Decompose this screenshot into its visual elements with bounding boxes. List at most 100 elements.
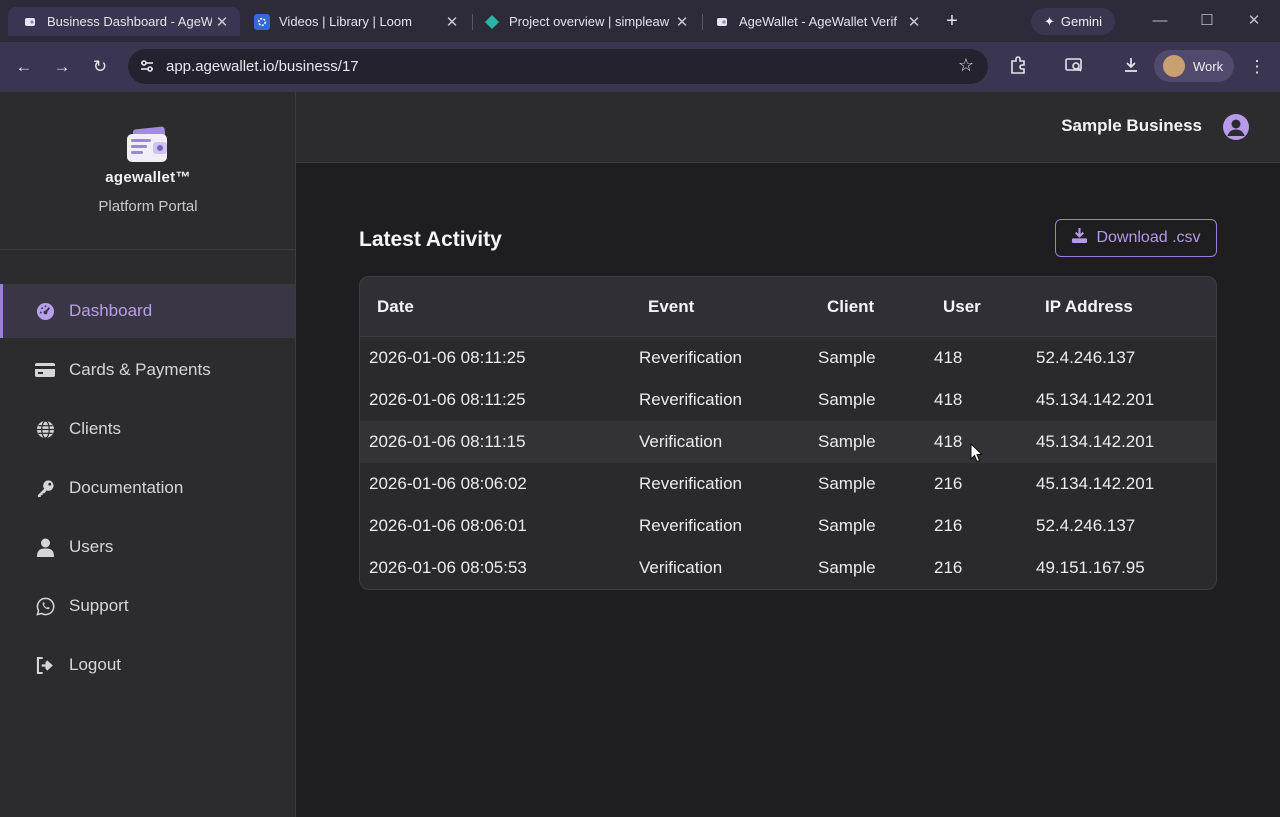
cell-date: 2026-01-06 08:06:02 (369, 474, 527, 493)
cell-date: 2026-01-06 08:05:53 (369, 558, 527, 577)
cell-user: 418 (934, 390, 963, 409)
table-row[interactable]: 2026-01-06 08:06:01 Reverification Sampl… (360, 505, 1216, 547)
business-name: Sample Business (1061, 116, 1202, 135)
tab-close-icon[interactable]: ✕ (442, 13, 462, 31)
diamond-favicon (484, 14, 500, 30)
cell-ip: 45.134.142.201 (1036, 432, 1155, 451)
table-row[interactable]: 2026-01-06 08:06:02 Reverification Sampl… (360, 463, 1216, 505)
column-header-event: Event (648, 297, 695, 316)
minimize-icon[interactable]: — (1148, 9, 1172, 33)
download-csv-button[interactable]: Download .csv (1055, 219, 1217, 257)
browser-tab-agewallet-verif[interactable]: AgeWallet - AgeWallet Verif ✕ (700, 7, 932, 36)
sidebar: agewallet™ Platform Portal Dashboard Car… (0, 92, 296, 817)
cell-user: 216 (934, 516, 963, 535)
cell-client: Sample (818, 474, 876, 493)
browser-tab-loom[interactable]: Videos | Library | Loom ✕ (240, 7, 470, 36)
cell-ip: 52.4.246.137 (1036, 348, 1136, 367)
download-tray-icon (1071, 227, 1088, 249)
globe-icon (35, 419, 55, 439)
cell-date: 2026-01-06 08:11:25 (369, 390, 526, 409)
sidebar-item-dashboard[interactable]: Dashboard (0, 284, 295, 338)
brand-block: agewallet™ Platform Portal (0, 92, 296, 250)
cell-event: Verification (639, 432, 723, 451)
app-header: Sample Business (296, 92, 1280, 163)
cell-client: Sample (818, 516, 876, 535)
sidebar-item-support[interactable]: Support (0, 579, 295, 633)
cell-ip: 45.134.142.201 (1036, 390, 1155, 409)
sidebar-item-label: Dashboard (69, 301, 153, 320)
agewallet-favicon (22, 14, 38, 30)
cell-event: Reverification (639, 390, 742, 409)
download-icon[interactable] (1119, 55, 1143, 79)
cell-date: 2026-01-06 08:11:25 (369, 348, 526, 367)
table-row[interactable]: 2026-01-06 08:11:25 Reverification Sampl… (360, 379, 1216, 421)
cell-client: Sample (818, 558, 876, 577)
gemini-label: Gemini (1060, 14, 1103, 29)
latest-activity-title: Latest Activity (359, 228, 502, 251)
profile-label: Work (1193, 58, 1224, 74)
browser-tab-bar: Business Dashboard - AgeW ✕ Videos | Lib… (0, 0, 1280, 42)
chrome-menu-icon[interactable]: ⋮ (1245, 55, 1269, 79)
key-icon (35, 478, 55, 498)
platform-portal-label: Platform Portal (98, 198, 198, 215)
tab-close-icon[interactable]: ✕ (904, 13, 924, 31)
sidebar-item-logout[interactable]: Logout (0, 638, 295, 692)
cell-date: 2026-01-06 08:06:01 (369, 516, 527, 535)
brand-wordmark: agewallet™ (105, 169, 191, 186)
column-header-client: Client (827, 297, 875, 316)
bookmark-star-icon[interactable]: ☆ (958, 55, 974, 76)
maximize-icon[interactable]: ☐ (1195, 9, 1219, 33)
sidebar-item-users[interactable]: Users (0, 520, 295, 574)
cell-event: Reverification (639, 516, 742, 535)
cell-user: 216 (934, 558, 963, 577)
sidebar-item-label: Clients (69, 419, 121, 438)
address-bar[interactable]: app.agewallet.io/business/17 ☆ (128, 49, 988, 84)
sidebar-item-clients[interactable]: Clients (0, 402, 295, 456)
tab-title: Project overview | simpleaw (509, 14, 670, 29)
tab-close-icon[interactable]: ✕ (212, 13, 232, 31)
sidebar-item-label: Support (69, 596, 129, 615)
table-header: Date Event Client User IP Address (360, 277, 1216, 337)
sidebar-item-cards-payments[interactable]: Cards & Payments (0, 343, 295, 397)
cell-ip: 52.4.246.137 (1036, 516, 1136, 535)
cell-event: Reverification (639, 474, 742, 493)
tab-close-icon[interactable]: ✕ (672, 13, 692, 31)
site-settings-icon[interactable] (136, 55, 158, 77)
loom-favicon (254, 13, 270, 30)
tab-title: Business Dashboard - AgeW (47, 14, 212, 29)
new-tab-plus-icon[interactable]: + (941, 9, 963, 33)
cell-client: Sample (818, 348, 876, 367)
tab-title: AgeWallet - AgeWallet Verif (739, 14, 897, 29)
cast-search-icon[interactable] (1062, 55, 1086, 79)
back-arrow-icon[interactable]: ← (12, 55, 36, 79)
browser-tab-project-overview[interactable]: Project overview | simpleaw ✕ (470, 7, 700, 36)
forward-arrow-icon[interactable]: → (50, 55, 74, 79)
account-avatar-icon[interactable] (1223, 114, 1249, 140)
profile-avatar (1163, 55, 1185, 77)
tab-title: Videos | Library | Loom (279, 14, 412, 29)
cell-user: 216 (934, 474, 963, 493)
column-header-user: User (943, 297, 981, 316)
sidebar-item-label: Logout (69, 655, 121, 674)
mouse-pointer-icon (970, 442, 984, 463)
agewallet-favicon (714, 14, 730, 30)
table-row[interactable]: 2026-01-06 08:05:53 Verification Sample … (360, 547, 1216, 589)
window-close-icon[interactable]: ✕ (1242, 9, 1266, 33)
cell-user: 418 (934, 348, 963, 367)
browser-tab-business-dashboard[interactable]: Business Dashboard - AgeW ✕ (8, 7, 240, 36)
column-header-date: Date (377, 297, 414, 316)
cell-ip: 49.151.167.95 (1036, 558, 1145, 577)
whatsapp-icon (35, 596, 55, 616)
sidebar-item-label: Users (69, 537, 114, 556)
table-row[interactable]: 2026-01-06 08:11:25 Reverification Sampl… (360, 337, 1216, 379)
url-text: app.agewallet.io/business/17 (166, 58, 359, 75)
reload-icon[interactable]: ↻ (88, 55, 112, 79)
profile-button[interactable]: Work (1154, 50, 1234, 82)
table-row[interactable]: 2026-01-06 08:11:15 Verification Sample … (360, 421, 1216, 463)
activity-table: Date Event Client User IP Address 2026-0… (359, 276, 1217, 590)
gemini-button[interactable]: ✦ Gemini (1031, 8, 1115, 35)
extensions-puzzle-icon[interactable] (1006, 55, 1030, 79)
sidebar-item-documentation[interactable]: Documentation (0, 461, 295, 515)
cell-client: Sample (818, 432, 876, 451)
main-content: Latest Activity Download .csv Date Event… (296, 163, 1280, 817)
